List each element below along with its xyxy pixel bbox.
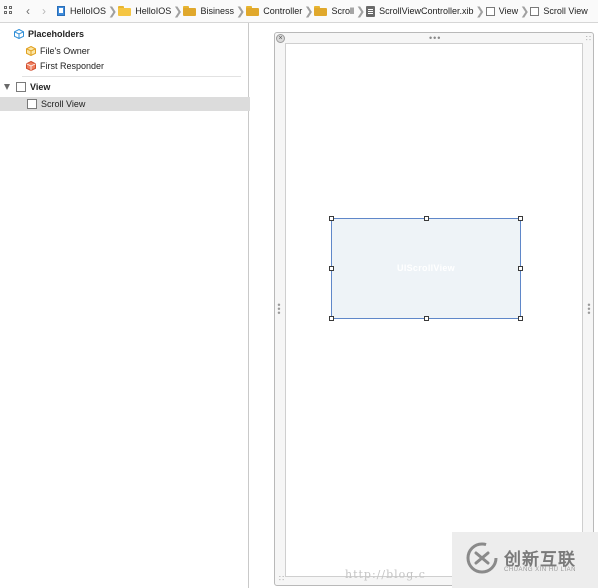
outline-label: File's Owner [40,46,90,56]
folder-icon [246,6,260,16]
breadcrumb-separator-icon: ❯ [304,5,314,18]
close-icon[interactable]: × [276,34,285,43]
breadcrumb-group-helloios[interactable]: HelloIOS [118,0,171,23]
scroll-view-selected[interactable]: UIScrollView [329,216,523,321]
project-icon [57,5,66,17]
outline-label: First Responder [40,61,105,71]
outline-item-files-owner[interactable]: File's Owner [0,44,274,58]
folder-icon [314,6,328,16]
view-icon [27,99,37,109]
breadcrumb-label: HelloIOS [70,6,107,16]
resize-handle-left[interactable] [329,266,334,271]
jump-bar: ‹ › HelloIOS ❯ HelloIOS ❯ Bisiness ❯ Con… [0,0,598,23]
folder-icon [118,6,132,16]
view-icon [16,82,26,92]
breadcrumb-separator-icon: ❯ [355,5,366,18]
breadcrumb-separator-icon: ❯ [108,5,118,18]
view-icon [530,6,540,16]
breadcrumb-label: Controller [263,6,303,16]
outline-divider [22,76,241,77]
outline-item-view[interactable]: View [0,80,248,94]
outline-label: Scroll View [41,99,86,109]
resize-handle-top[interactable] [424,216,429,221]
resize-handle-bottom-right[interactable] [518,316,523,321]
breadcrumb-separator-icon: ❯ [520,5,530,18]
files-owner-cube-icon [26,46,36,56]
breadcrumb-label: Scroll View [543,6,588,16]
right-resize-handle-icon[interactable]: • • • [587,301,591,318]
breadcrumb-separator-icon: ❯ [173,5,183,18]
breadcrumb-label: ScrollViewController.xib [379,6,474,16]
outline-label: View [30,82,51,92]
resize-handle-right[interactable] [518,266,523,271]
drag-handle-icon[interactable]: ••• [429,34,441,43]
breadcrumb-group-controller[interactable]: Controller [246,0,302,23]
outline-item-scroll-view[interactable]: Scroll View [0,97,275,111]
breadcrumb-label: Bisiness [200,6,234,16]
bottom-resize-corner-icon[interactable]: ∷ [279,574,284,583]
outline-label: Placeholders [28,29,85,39]
breadcrumb-xib-file[interactable]: ScrollViewController.xib [366,0,474,23]
breadcrumb-separator-icon: ❯ [475,5,485,18]
brand-watermark: 创新互联 CHUANG XIN HU LIAN [452,532,598,588]
breadcrumb-label: View [498,6,519,16]
breadcrumb-separator-icon: ❯ [235,5,246,18]
breadcrumb-label: Scroll [331,6,354,16]
folder-icon [183,6,197,16]
left-resize-handle-icon[interactable]: • • • [277,301,281,318]
resize-handle-bottom-left[interactable] [329,316,334,321]
resize-handle-top-right[interactable] [518,216,523,221]
back-arrow-icon[interactable]: ‹ [21,3,35,19]
resize-handle-bottom[interactable] [424,316,429,321]
breadcrumb-group-scroll[interactable]: Scroll [314,0,354,23]
brand-name-en: CHUANG XIN HU LIAN [504,567,577,573]
disclosure-triangle-icon[interactable] [4,84,10,90]
brand-logo-icon [466,542,498,574]
document-outline: Placeholders File's Owner First Responde… [0,23,275,588]
breadcrumb-label: HelloIOS [135,6,172,16]
breadcrumb-scroll-view[interactable]: Scroll View [530,0,588,23]
root-view[interactable]: UIScrollView [285,43,583,577]
resize-corner-icon[interactable]: ∷ [586,35,591,43]
outline-item-first-responder[interactable]: First Responder [0,59,274,73]
related-items-grid-icon[interactable] [4,6,14,16]
view-icon [485,6,495,16]
resize-handle-top-left[interactable] [329,216,334,221]
interface-builder-canvas[interactable]: × ••• ∷ • • • • • • ∷ UIScrollView [250,23,598,588]
watermark-url: http://blog.c [345,568,426,581]
outline-placeholders-header[interactable]: Placeholders [0,27,262,41]
scene-frame[interactable]: × ••• ∷ • • • • • • ∷ UIScrollView [274,32,594,586]
xib-file-icon [366,5,376,17]
breadcrumb-project[interactable]: HelloIOS [57,0,106,23]
placeholder-cube-icon [14,29,24,39]
scroll-view-class-label: UIScrollView [397,263,455,273]
forward-arrow-icon[interactable]: › [37,3,51,19]
first-responder-cube-icon [26,61,36,71]
breadcrumb-group-bisiness[interactable]: Bisiness [183,0,234,23]
breadcrumb-view[interactable]: View [485,0,519,23]
